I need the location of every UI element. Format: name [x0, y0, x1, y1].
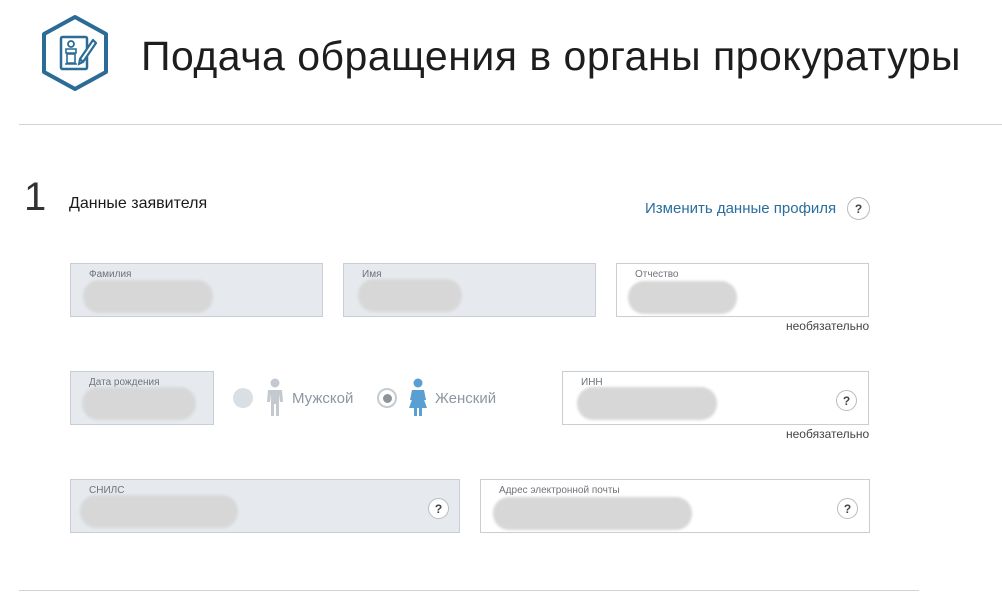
- name-value-redacted: [358, 279, 462, 312]
- female-label[interactable]: Женский: [435, 390, 496, 407]
- male-label[interactable]: Мужской: [292, 390, 353, 407]
- gender-female-option[interactable]: Женский: [377, 378, 496, 418]
- edit-profile-link[interactable]: Изменить данные профиля: [645, 200, 836, 217]
- inn-value-redacted: [577, 387, 717, 420]
- birthdate-value-redacted: [82, 387, 196, 420]
- inn-help-icon[interactable]: ?: [836, 390, 857, 411]
- section-title: Данные заявителя: [69, 195, 208, 212]
- surname-value-redacted: [83, 280, 213, 313]
- patronymic-optional-note: необязательно: [786, 319, 870, 333]
- snils-value-redacted: [80, 495, 238, 528]
- male-radio[interactable]: [233, 388, 253, 408]
- name-field: Имя: [343, 263, 596, 317]
- header-divider: [19, 124, 1002, 125]
- female-figure-icon: [404, 378, 432, 418]
- help-icon[interactable]: ?: [847, 197, 870, 220]
- patronymic-value-redacted: [628, 281, 737, 314]
- patronymic-label: Отчество: [635, 269, 679, 280]
- snils-help-icon[interactable]: ?: [428, 498, 449, 519]
- gender-male-option[interactable]: Мужской: [233, 378, 353, 418]
- surname-label: Фамилия: [89, 269, 132, 280]
- surname-field: Фамилия: [70, 263, 323, 317]
- inn-optional-note: необязательно: [786, 427, 870, 441]
- snils-field: СНИЛС ?: [70, 479, 460, 533]
- patronymic-field[interactable]: Отчество: [616, 263, 869, 317]
- female-radio-selected[interactable]: [377, 388, 397, 408]
- email-help-icon[interactable]: ?: [837, 498, 858, 519]
- birthdate-field: Дата рождения: [70, 371, 214, 425]
- prosecutor-logo-icon: [38, 13, 112, 93]
- male-figure-icon: [263, 378, 287, 418]
- inn-field[interactable]: ИНН ?: [562, 371, 869, 425]
- step-number: 1: [24, 175, 47, 219]
- email-label: Адрес электронной почты: [499, 485, 620, 496]
- email-value-redacted: [493, 497, 692, 530]
- page-title: Подача обращения в органы прокуратуры: [141, 33, 961, 79]
- section-divider: [19, 590, 919, 591]
- email-field[interactable]: Адрес электронной почты ?: [480, 479, 870, 533]
